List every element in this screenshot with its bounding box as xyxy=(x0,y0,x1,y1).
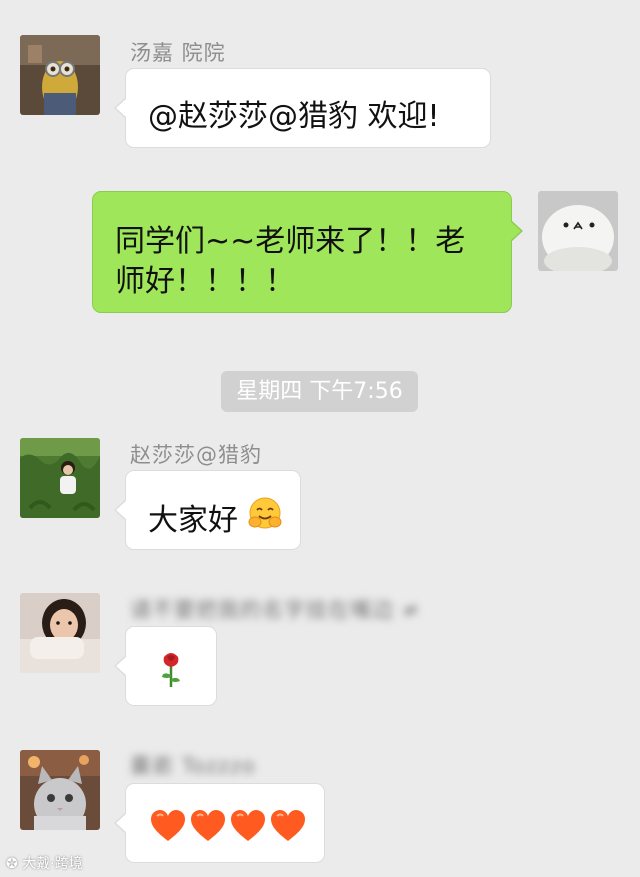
watermark-text: 大戴·跨境 xyxy=(22,856,83,872)
message-text-line: 同学们~~老师来了！！老 xyxy=(115,224,466,259)
sender-name-blurred: 囊嵛 Tozzzo xyxy=(130,754,256,778)
avatar-self[interactable] xyxy=(538,191,618,271)
avatar-girl-pillow[interactable] xyxy=(20,593,100,673)
message-text-line: 师好！！！！ xyxy=(115,264,295,299)
message-bubble[interactable]: 大家好 xyxy=(114,470,301,550)
heart-emoji-icon xyxy=(270,810,306,842)
heart-emoji-icon xyxy=(150,810,186,842)
heart-emoji-icon xyxy=(230,810,266,842)
message-bubble[interactable] xyxy=(114,626,217,706)
sender-name-blurred: 请不要把我的名字挂在嘴边 ≠ xyxy=(130,598,421,622)
message-bubble[interactable] xyxy=(114,783,325,863)
avatar-minion[interactable] xyxy=(20,35,100,115)
avatar-cat[interactable] xyxy=(20,750,100,830)
avatar-zhao-shasha[interactable] xyxy=(20,438,100,518)
timestamp: 星期四 下午7:56 xyxy=(221,371,418,412)
watermark-logo-icon: ✪ xyxy=(6,856,23,872)
sender-name: 赵莎莎@猎豹 xyxy=(130,443,262,467)
message-bubble[interactable]: @赵莎莎@猎豹 欢迎! xyxy=(114,68,491,148)
heart-emoji-icon xyxy=(190,810,226,842)
hugging-face-emoji-icon xyxy=(247,495,283,531)
sender-name: 汤嘉 院院 xyxy=(130,41,226,65)
rose-emoji-icon xyxy=(156,649,186,689)
chat-area: 汤嘉 院院 @赵莎莎@猎豹 欢迎! 同学们~~老师来了！！老 师好！！！！ 星期… xyxy=(0,0,640,877)
message-text: @赵莎莎@猎豹 欢迎! xyxy=(148,99,440,134)
message-bubble-outgoing[interactable]: 同学们~~老师来了！！老 师好！！！！ xyxy=(92,191,523,313)
message-text: 大家好 xyxy=(148,503,238,538)
watermark: ✪ 大戴·跨境 xyxy=(6,853,83,873)
